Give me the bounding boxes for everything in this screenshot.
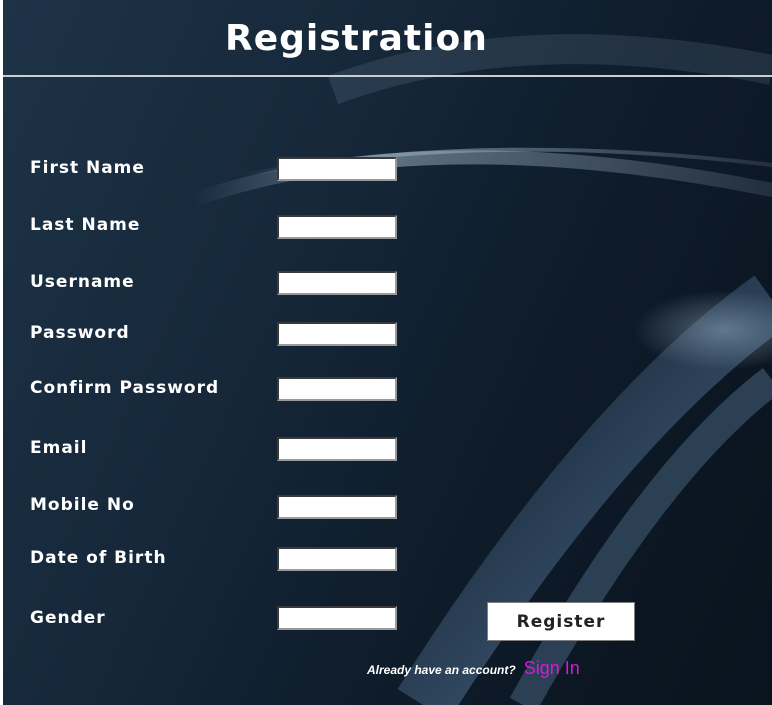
registration-window: Registration First Name Last Name Userna…	[3, 0, 772, 705]
page-title: Registration	[225, 18, 488, 59]
first-name-label: First Name	[30, 158, 145, 178]
username-field[interactable]	[277, 271, 397, 295]
confirm-password-label: Confirm Password	[30, 378, 220, 398]
background-swoosh	[186, 34, 772, 705]
first-name-field[interactable]	[277, 157, 397, 181]
email-field[interactable]	[277, 437, 397, 461]
mobile-no-field[interactable]	[277, 495, 397, 519]
register-button[interactable]: Register	[487, 602, 635, 641]
page-header: Registration	[3, 0, 772, 75]
gender-label: Gender	[30, 608, 106, 628]
username-label: Username	[30, 272, 135, 292]
gender-field[interactable]	[277, 606, 397, 630]
signin-row: Already have an account? Sign In	[367, 655, 580, 683]
signin-prompt: Already have an account?	[367, 663, 516, 677]
password-field[interactable]	[277, 322, 397, 346]
date-of-birth-field[interactable]	[277, 547, 397, 571]
confirm-password-field[interactable]	[277, 377, 397, 401]
password-label: Password	[30, 323, 130, 343]
last-name-field[interactable]	[277, 215, 397, 239]
mobile-no-label: Mobile No	[30, 495, 135, 515]
email-label: Email	[30, 438, 88, 458]
date-of-birth-label: Date of Birth	[30, 548, 167, 568]
last-name-label: Last Name	[30, 215, 141, 235]
sign-in-link[interactable]: Sign In	[524, 658, 580, 678]
header-divider	[3, 75, 772, 77]
